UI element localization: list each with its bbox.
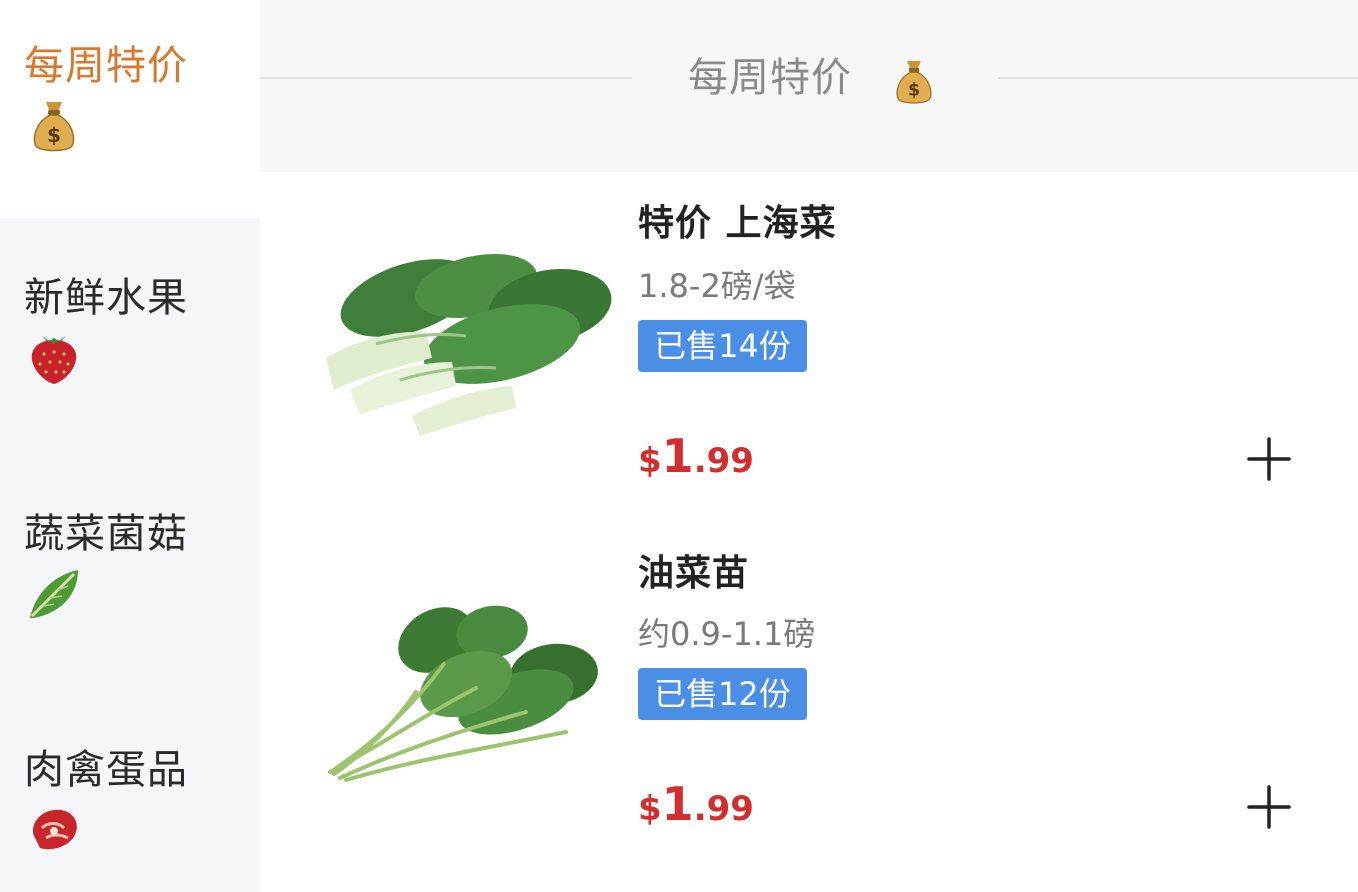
add-to-cart-button[interactable] [1244, 434, 1294, 484]
product-name: 特价 上海菜 [638, 203, 837, 244]
product-spec: 约0.9-1.1磅 [638, 615, 816, 653]
sidebar-item-vegetables[interactable]: 蔬菜菌菇 [0, 508, 260, 622]
product-card[interactable]: 特价 上海菜 1.8-2磅/袋 已售14份 $1.99 [260, 180, 1358, 520]
strawberry-icon [31, 336, 77, 384]
price-decimal: .99 [693, 789, 754, 829]
money-bag-icon: $ [896, 60, 932, 104]
divider-right [998, 77, 1358, 79]
svg-text:$: $ [908, 81, 920, 101]
meat-icon [32, 809, 77, 850]
price-currency: $ [638, 441, 662, 481]
product-price: $1.99 [638, 774, 754, 845]
sold-count-badge: 已售12份 [638, 668, 807, 720]
leafy-green-icon [30, 570, 78, 618]
sidebar-item-label: 每周特价 [24, 43, 188, 89]
section-header: 每周特价 $ [260, 0, 1358, 172]
svg-text:$: $ [47, 123, 61, 147]
product-spec: 1.8-2磅/袋 [638, 267, 796, 305]
bok-choy-image [326, 253, 612, 436]
section-title: 每周特价 [688, 55, 852, 101]
add-to-cart-button[interactable] [1244, 782, 1294, 832]
product-price: $1.99 [638, 426, 754, 497]
product-card[interactable]: 油菜苗 约0.9-1.1磅 已售12份 $1.99 [260, 528, 1358, 868]
divider-left [260, 77, 632, 79]
price-decimal: .99 [693, 441, 754, 481]
sidebar-item-fresh-fruit[interactable]: 新鲜水果 [0, 272, 260, 386]
sidebar-item-label: 蔬菜菌菇 [24, 511, 188, 557]
category-sidebar: 每周特价 $ 新鲜水果 蔬菜菌菇 肉禽蛋品 [0, 0, 260, 892]
money-bag-icon: $ [33, 102, 75, 152]
product-list-panel[interactable]: 每周特价 $ 特价 上海菜 1.8-2磅/袋 已售14份 $1.99 油菜苗 约… [260, 0, 1358, 892]
price-integer: 1 [661, 429, 694, 483]
price-currency: $ [638, 789, 662, 829]
sidebar-item-label: 肉禽蛋品 [24, 747, 188, 793]
sidebar-item-label: 新鲜水果 [24, 275, 188, 321]
rapeseed-greens-image [328, 605, 598, 782]
sidebar-item-weekly-specials[interactable]: 每周特价 $ [0, 0, 260, 218]
price-integer: 1 [661, 777, 694, 831]
sidebar-item-meat-eggs[interactable]: 肉禽蛋品 [0, 744, 260, 858]
sold-count-badge: 已售14份 [638, 320, 807, 372]
product-name: 油菜苗 [638, 553, 750, 594]
